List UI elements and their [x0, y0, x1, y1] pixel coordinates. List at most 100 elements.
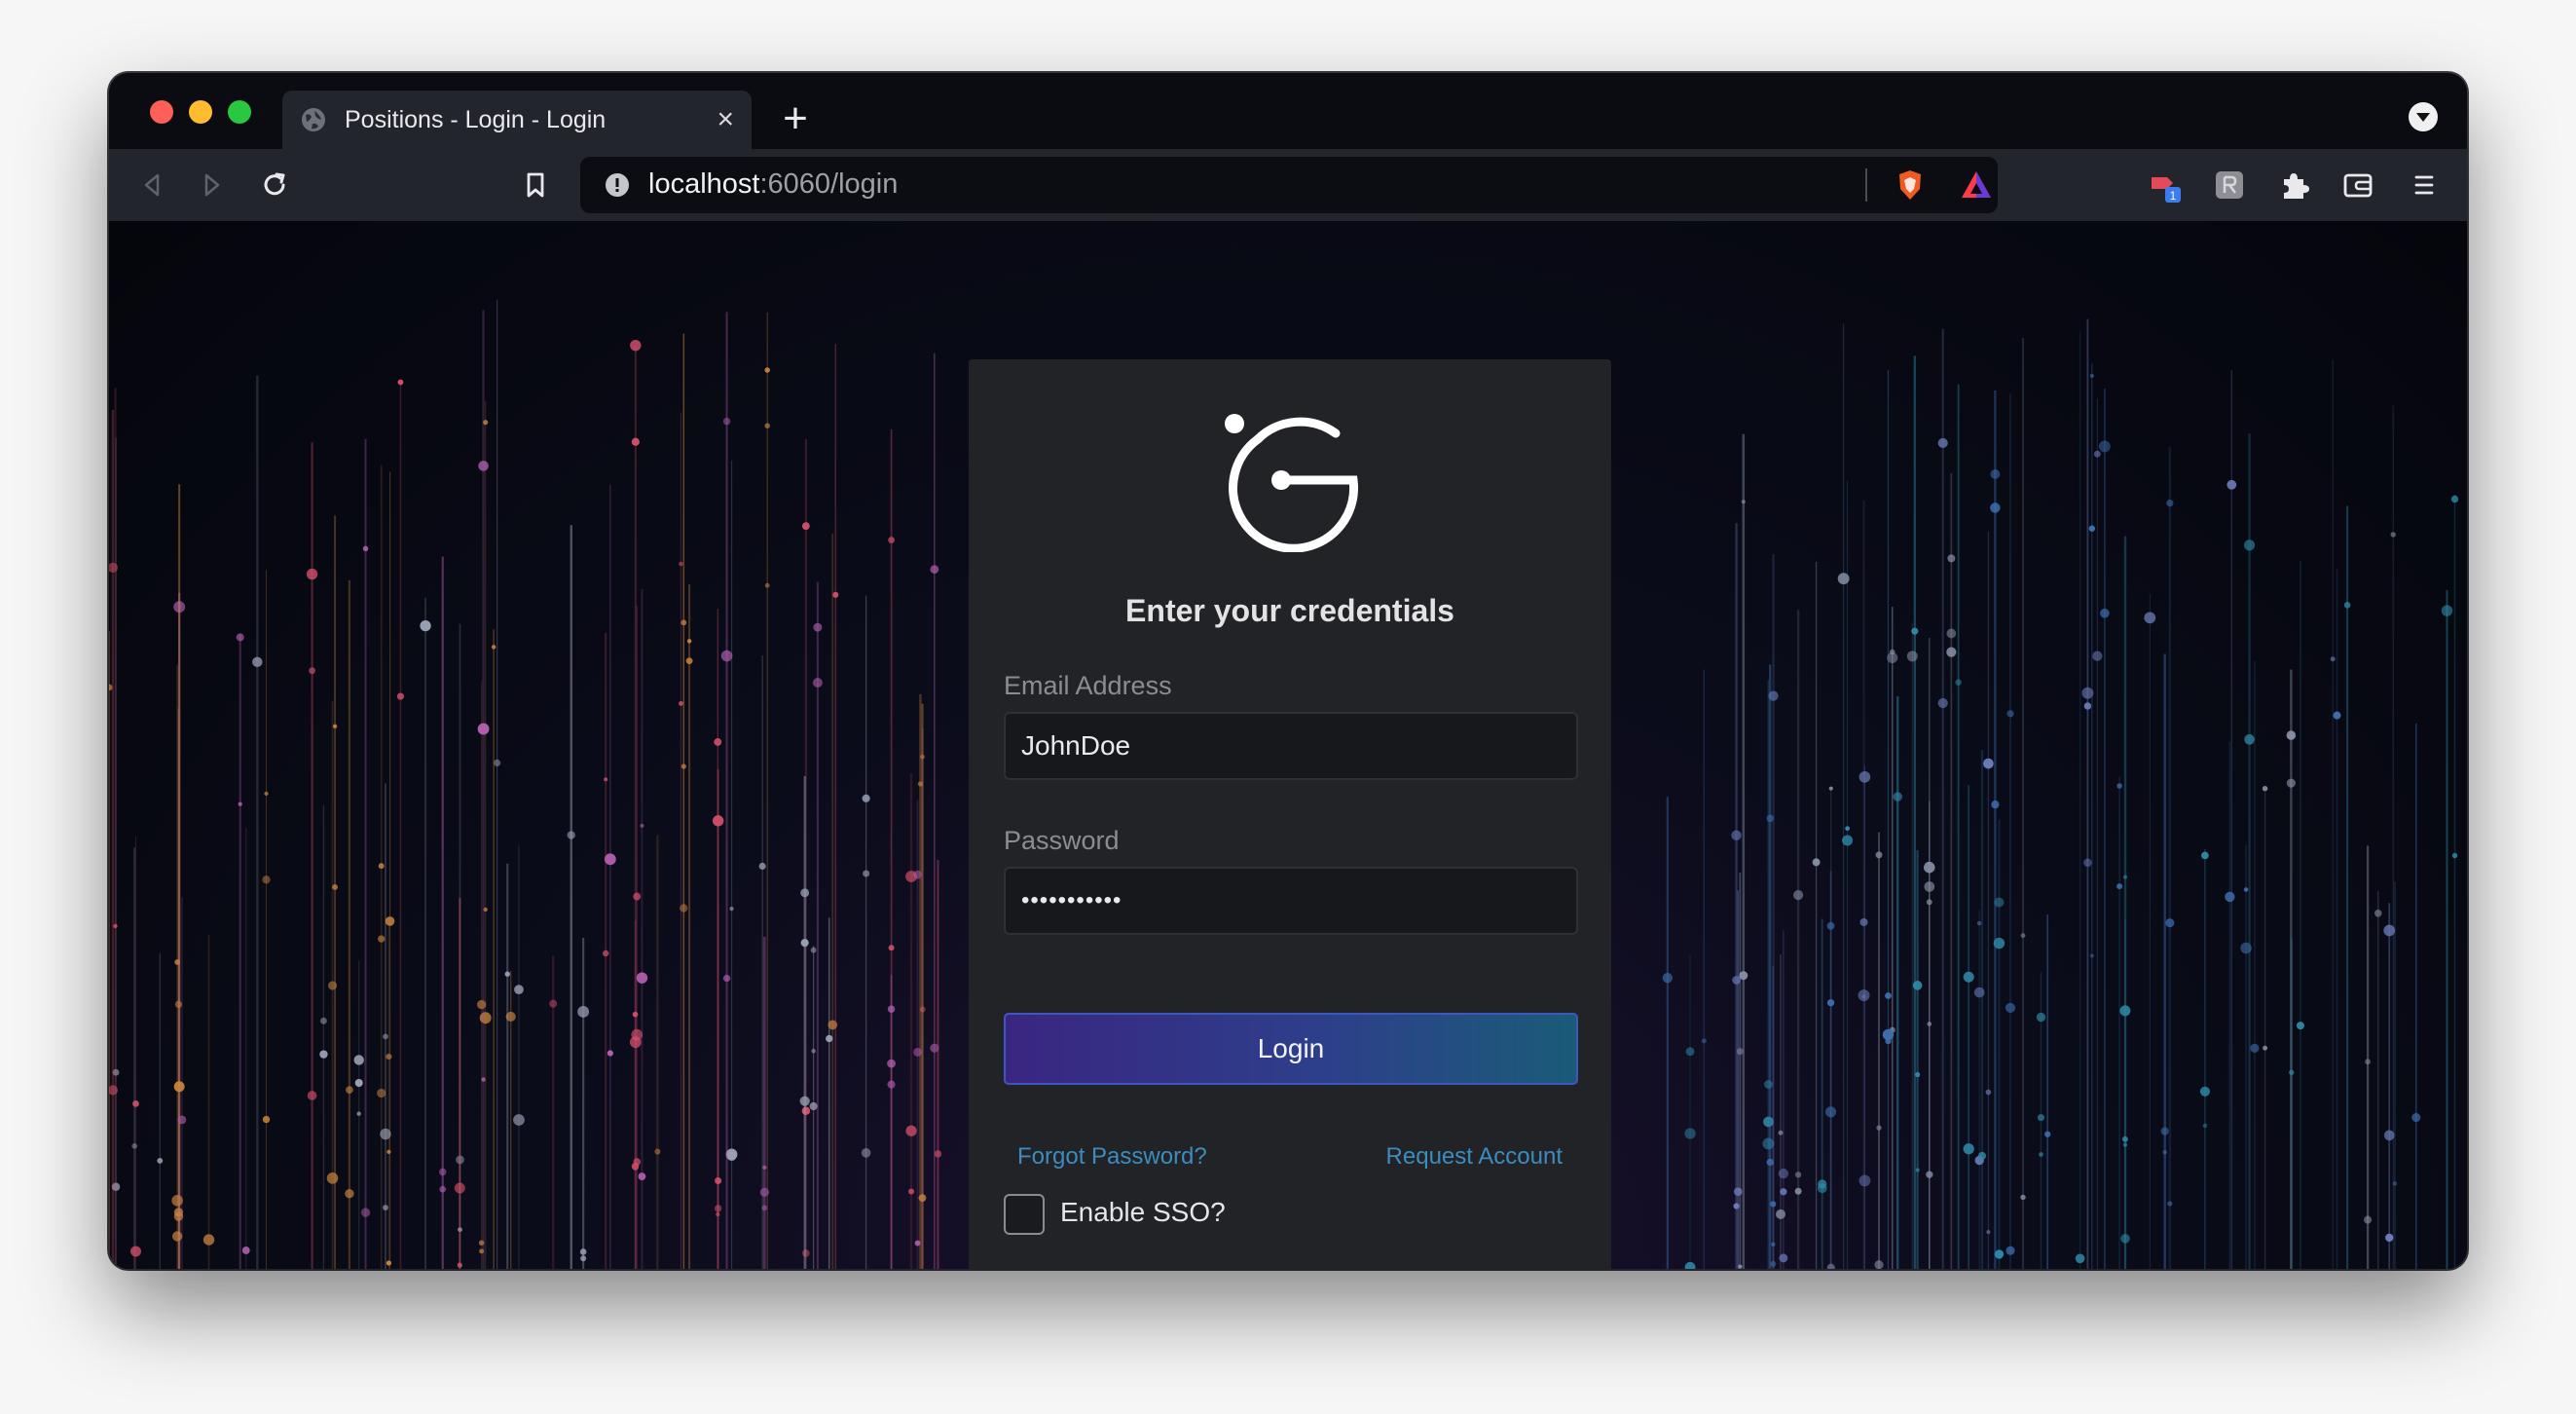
- background-dot: [2201, 851, 2209, 860]
- extension-icon[interactable]: 1: [2146, 166, 2185, 205]
- extension-badge: 1: [2170, 189, 2177, 203]
- reload-icon[interactable]: [255, 166, 294, 205]
- background-dot: [577, 1006, 590, 1018]
- brave-shields-icon[interactable]: [1891, 166, 1930, 205]
- background-dot: [759, 1187, 769, 1197]
- background-dot: [157, 1158, 164, 1164]
- background-dot: [888, 537, 895, 543]
- background-dot: [1882, 1028, 1895, 1041]
- background-dot: [420, 620, 431, 632]
- maximize-window-button[interactable]: [228, 100, 251, 124]
- background-dot: [1685, 1047, 1695, 1057]
- background-dot: [171, 1195, 183, 1207]
- background-dot: [513, 1114, 525, 1126]
- sso-checkbox[interactable]: [1004, 1194, 1045, 1235]
- logo: [1225, 414, 1359, 552]
- background-dot: [722, 417, 731, 426]
- background-dot: [1764, 1080, 1773, 1089]
- background-dot: [1926, 899, 1932, 906]
- email-field[interactable]: JohnDoe: [1004, 712, 1578, 780]
- background-dot: [173, 1081, 185, 1093]
- toolbar: localhost:6060/login 1: [109, 149, 2467, 221]
- background-dot: [345, 1189, 354, 1199]
- background-dot: [2098, 440, 2111, 453]
- background-dot: [171, 1231, 183, 1242]
- background-dot: [385, 916, 395, 926]
- background-dot: [477, 723, 490, 735]
- background-dot: [1875, 851, 1883, 859]
- password-field[interactable]: •••••••••••: [1004, 867, 1578, 935]
- puzzle-icon[interactable]: [2274, 166, 2313, 205]
- background-dot: [306, 568, 318, 580]
- background-dot: [481, 1077, 486, 1082]
- address-bar[interactable]: localhost:6060/login: [580, 157, 1998, 213]
- background-dot: [332, 883, 339, 890]
- tab-active[interactable]: Positions - Login - Login ×: [282, 91, 752, 149]
- background-dot: [332, 724, 338, 729]
- background-dot: [602, 949, 609, 957]
- background-dot: [478, 461, 489, 471]
- background-dot: [2250, 1043, 2260, 1054]
- background-dot: [1826, 999, 1835, 1007]
- menu-icon[interactable]: [2405, 166, 2444, 205]
- background-dot: [397, 379, 404, 386]
- background-dot: [887, 1005, 896, 1013]
- tab-search-icon[interactable]: [2409, 102, 2438, 131]
- background-dot: [2343, 602, 2351, 609]
- background-dot: [2005, 1002, 2016, 1014]
- background-dot: [264, 791, 269, 797]
- close-window-button[interactable]: [150, 100, 173, 124]
- bookmark-icon[interactable]: [516, 166, 555, 205]
- background-dot: [1946, 647, 1957, 657]
- background-dot: [726, 1151, 737, 1162]
- background-dot: [396, 692, 405, 700]
- site-info-icon[interactable]: [604, 171, 631, 199]
- background-dot: [2262, 786, 2268, 792]
- background-dot: [2243, 887, 2249, 892]
- background-dot: [131, 1143, 138, 1149]
- background-dot: [629, 1036, 642, 1049]
- reader-extension-icon[interactable]: [2210, 166, 2249, 205]
- background-dot: [2093, 450, 2101, 458]
- background-dot: [679, 561, 683, 567]
- background-dot: [2089, 953, 2094, 958]
- background-dot: [2225, 891, 2235, 903]
- background-dot: [1768, 690, 1779, 701]
- background-dot: [1994, 897, 2005, 908]
- back-icon[interactable]: [132, 166, 171, 205]
- background-dot: [1983, 758, 1994, 769]
- background-dot: [638, 1172, 646, 1180]
- forgot-password-link[interactable]: Forgot Password?: [1017, 1143, 1207, 1171]
- forward-icon[interactable]: [193, 166, 232, 205]
- background-dot: [241, 1247, 250, 1254]
- brave-rewards-icon[interactable]: [1957, 166, 1996, 205]
- plus-icon[interactable]: +: [771, 94, 820, 143]
- background-dot: [930, 565, 939, 575]
- background-dot: [630, 339, 642, 352]
- background-dot: [681, 619, 687, 626]
- background-dot: [580, 1255, 587, 1262]
- background-dot: [811, 1049, 816, 1054]
- background-dot: [2044, 1131, 2051, 1137]
- login-button[interactable]: Login: [1004, 1013, 1578, 1085]
- background-dot: [1794, 1172, 1802, 1178]
- minimize-window-button[interactable]: [189, 100, 212, 124]
- background-dot: [1824, 1106, 1837, 1118]
- background-dot: [362, 545, 369, 552]
- background-dot: [2039, 1152, 2043, 1157]
- background-dot: [262, 875, 271, 884]
- background-dot: [2160, 1127, 2169, 1135]
- background-dot: [1937, 437, 1948, 449]
- globe-icon: [302, 108, 325, 131]
- background-dot: [1780, 1188, 1787, 1196]
- close-icon[interactable]: ×: [717, 105, 734, 134]
- background-dot: [1937, 697, 1948, 709]
- background-dot: [1923, 861, 1935, 874]
- wallet-icon[interactable]: [2338, 166, 2377, 205]
- background-dot: [685, 657, 693, 665]
- background-dot: [262, 1115, 271, 1124]
- background-dot: [1991, 800, 2000, 809]
- request-account-link[interactable]: Request Account: [1386, 1143, 1563, 1171]
- background-dot: [1778, 1130, 1784, 1135]
- background-dot: [1826, 921, 1835, 930]
